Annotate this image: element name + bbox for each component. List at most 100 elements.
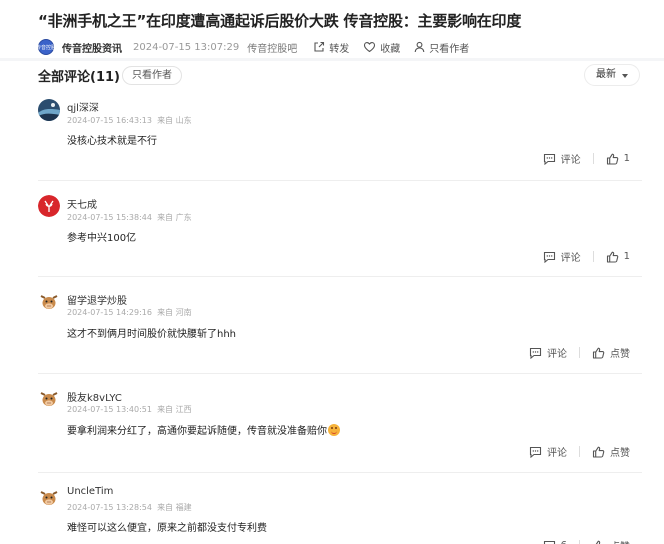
comment-time: 2024-07-15 13:28:54 xyxy=(67,503,152,512)
comment-text: 难怪可以这么便宜，原来之前都没支付专利费 xyxy=(67,523,267,534)
reply-label: 6 xyxy=(561,540,567,544)
comment-meta: 2024-07-15 14:29:16 来自 河南 xyxy=(67,307,192,318)
publish-time: 2024-07-15 13:07:29 xyxy=(133,41,240,53)
bar-link[interactable]: 传音控股吧 xyxy=(247,40,297,55)
comment-item: UncleTim 2024-07-15 13:28:54 来自 福建 难怪可以这… xyxy=(0,480,664,544)
avatar[interactable] xyxy=(38,195,60,217)
filter-author-only[interactable]: 只看作者 xyxy=(122,66,182,85)
comment-item: 股友k8vLYC 2024-07-15 13:40:51 来自 江西 要拿利润来… xyxy=(0,381,664,473)
action-divider xyxy=(592,251,594,262)
action-divider xyxy=(579,446,580,457)
comment-text: 要拿利润来分红了，高通你要起诉随便，传音就没准备赔你 xyxy=(67,422,340,437)
reply-label: 评论 xyxy=(560,253,581,264)
comment-username[interactable]: qjl深深 xyxy=(67,99,99,114)
comment-divider xyxy=(38,373,642,374)
comment-location: 来自 山东 xyxy=(157,116,192,125)
comment-username[interactable]: 天七成 xyxy=(67,196,97,211)
share-icon xyxy=(314,41,325,52)
comment-text: 参考中兴100亿 xyxy=(67,233,137,244)
avatar[interactable] xyxy=(38,291,60,313)
comment-actions: 评论 点赞 xyxy=(529,444,630,459)
favorite-button[interactable]: 收藏 xyxy=(363,40,400,55)
thumbs-up-icon xyxy=(593,540,604,544)
like-count: 点赞 xyxy=(610,538,630,544)
favorite-label: 收藏 xyxy=(380,43,401,55)
comment-time: 2024-07-15 16:43:13 xyxy=(67,116,152,125)
comment-icon xyxy=(529,347,542,359)
like-count: 点赞 xyxy=(610,448,630,459)
comment-meta: 2024-07-15 16:43:13 来自 山东 xyxy=(67,115,192,126)
article-meta: 传音控股 传音控股资讯 2024-07-15 13:07:29 传音控股吧 转发… xyxy=(36,38,483,56)
avatar[interactable] xyxy=(38,487,60,509)
thumbs-up-icon xyxy=(606,153,618,165)
comment-time: 2024-07-15 15:38:44 xyxy=(67,213,152,222)
like-button[interactable]: 点赞 xyxy=(592,538,630,544)
like-count: 1 xyxy=(623,251,630,262)
reply-button[interactable]: 评论 xyxy=(529,444,567,459)
reply-label: 评论 xyxy=(547,448,567,459)
like-button[interactable]: 1 xyxy=(606,251,630,263)
comment-username[interactable]: 留学退学炒股 xyxy=(67,292,127,307)
source-logo[interactable]: 传音控股 xyxy=(36,39,56,55)
comment-icon xyxy=(543,251,555,263)
comment-divider xyxy=(38,472,642,473)
action-divider xyxy=(579,347,580,358)
comment-actions: 评论 点赞 xyxy=(529,345,630,360)
like-button[interactable]: 点赞 xyxy=(592,345,630,360)
reply-label: 评论 xyxy=(547,349,567,360)
like-count: 1 xyxy=(623,153,630,164)
comment-divider xyxy=(38,276,642,277)
like-button[interactable]: 点赞 xyxy=(592,444,630,459)
comment-text: 没核心技术就是不行 xyxy=(67,136,157,147)
comment-actions: 6 点赞 xyxy=(543,538,630,544)
comment-meta: 2024-07-15 13:40:51 来自 江西 xyxy=(67,404,192,415)
avatar[interactable] xyxy=(38,388,60,410)
author-only-button[interactable]: 只看作者 xyxy=(414,40,469,55)
user-icon xyxy=(414,41,425,53)
comments-header: 全部评论(11) 只看作者 最新 xyxy=(0,61,664,91)
comment-location: 来自 江西 xyxy=(157,405,192,414)
comment-text: 这才不到俩月时间股价就快腰斩了hhh xyxy=(67,329,237,340)
action-divider xyxy=(592,153,594,164)
grin-emoji-icon xyxy=(328,424,340,436)
reply-button[interactable]: 评论 xyxy=(543,151,581,166)
comment-time: 2024-07-15 14:29:16 xyxy=(67,308,152,317)
chevron-down-icon xyxy=(622,74,628,78)
source-name[interactable]: 传音控股资讯 xyxy=(62,40,122,55)
article-title: “非洲手机之王”在印度遭高通起诉后股价大跌 传音控股：主要影响在印度 xyxy=(38,12,522,30)
repost-button[interactable]: 转发 xyxy=(313,40,349,55)
comment-location: 来自 福建 xyxy=(157,503,192,512)
comment-icon xyxy=(529,446,542,458)
reply-button[interactable]: 6 xyxy=(543,540,567,544)
repost-label: 转发 xyxy=(329,43,350,55)
comment-icon xyxy=(543,153,555,165)
comment-text-content: 要拿利润来分红了，高通你要起诉随便，传音就没准备赔你 xyxy=(67,426,327,437)
comment-username[interactable]: 股友k8vLYC xyxy=(67,389,122,404)
reply-button[interactable]: 评论 xyxy=(529,345,567,360)
comment-location: 来自 河南 xyxy=(157,308,192,317)
comment-location: 来自 广东 xyxy=(157,213,192,222)
thumbs-up-icon xyxy=(592,446,605,458)
heart-icon xyxy=(364,42,376,53)
comment-icon xyxy=(543,540,555,544)
comment-actions: 评论 1 xyxy=(543,249,630,264)
action-divider xyxy=(579,540,580,544)
author-only-label: 只看作者 xyxy=(429,43,470,55)
comment-username[interactable]: UncleTim xyxy=(67,486,113,497)
comment-meta: 2024-07-15 13:28:54 来自 福建 xyxy=(67,502,192,513)
comment-time: 2024-07-15 13:40:51 xyxy=(67,405,152,414)
comment-item: 留学退学炒股 2024-07-15 14:29:16 来自 河南 这才不到俩月时… xyxy=(0,284,664,376)
like-count: 点赞 xyxy=(610,349,630,360)
reply-label: 评论 xyxy=(560,155,581,166)
comment-item: qjl深深 2024-07-15 16:43:13 来自 山东 没核心技术就是不… xyxy=(0,91,664,183)
sort-dropdown[interactable]: 最新 xyxy=(584,64,640,86)
like-button[interactable]: 1 xyxy=(606,153,630,165)
article-header: “非洲手机之王”在印度遭高通起诉后股价大跌 传音控股：主要影响在印度 传音控股 … xyxy=(0,0,664,62)
comment-actions: 评论 1 xyxy=(543,151,630,166)
avatar[interactable] xyxy=(38,99,60,121)
comment-divider xyxy=(38,180,642,181)
thumbs-up-icon xyxy=(592,347,605,359)
comment-item: 天七成 2024-07-15 15:38:44 来自 广东 参考中兴100亿 评… xyxy=(0,188,664,280)
reply-button[interactable]: 评论 xyxy=(543,249,581,264)
comment-meta: 2024-07-15 15:38:44 来自 广东 xyxy=(67,212,192,223)
